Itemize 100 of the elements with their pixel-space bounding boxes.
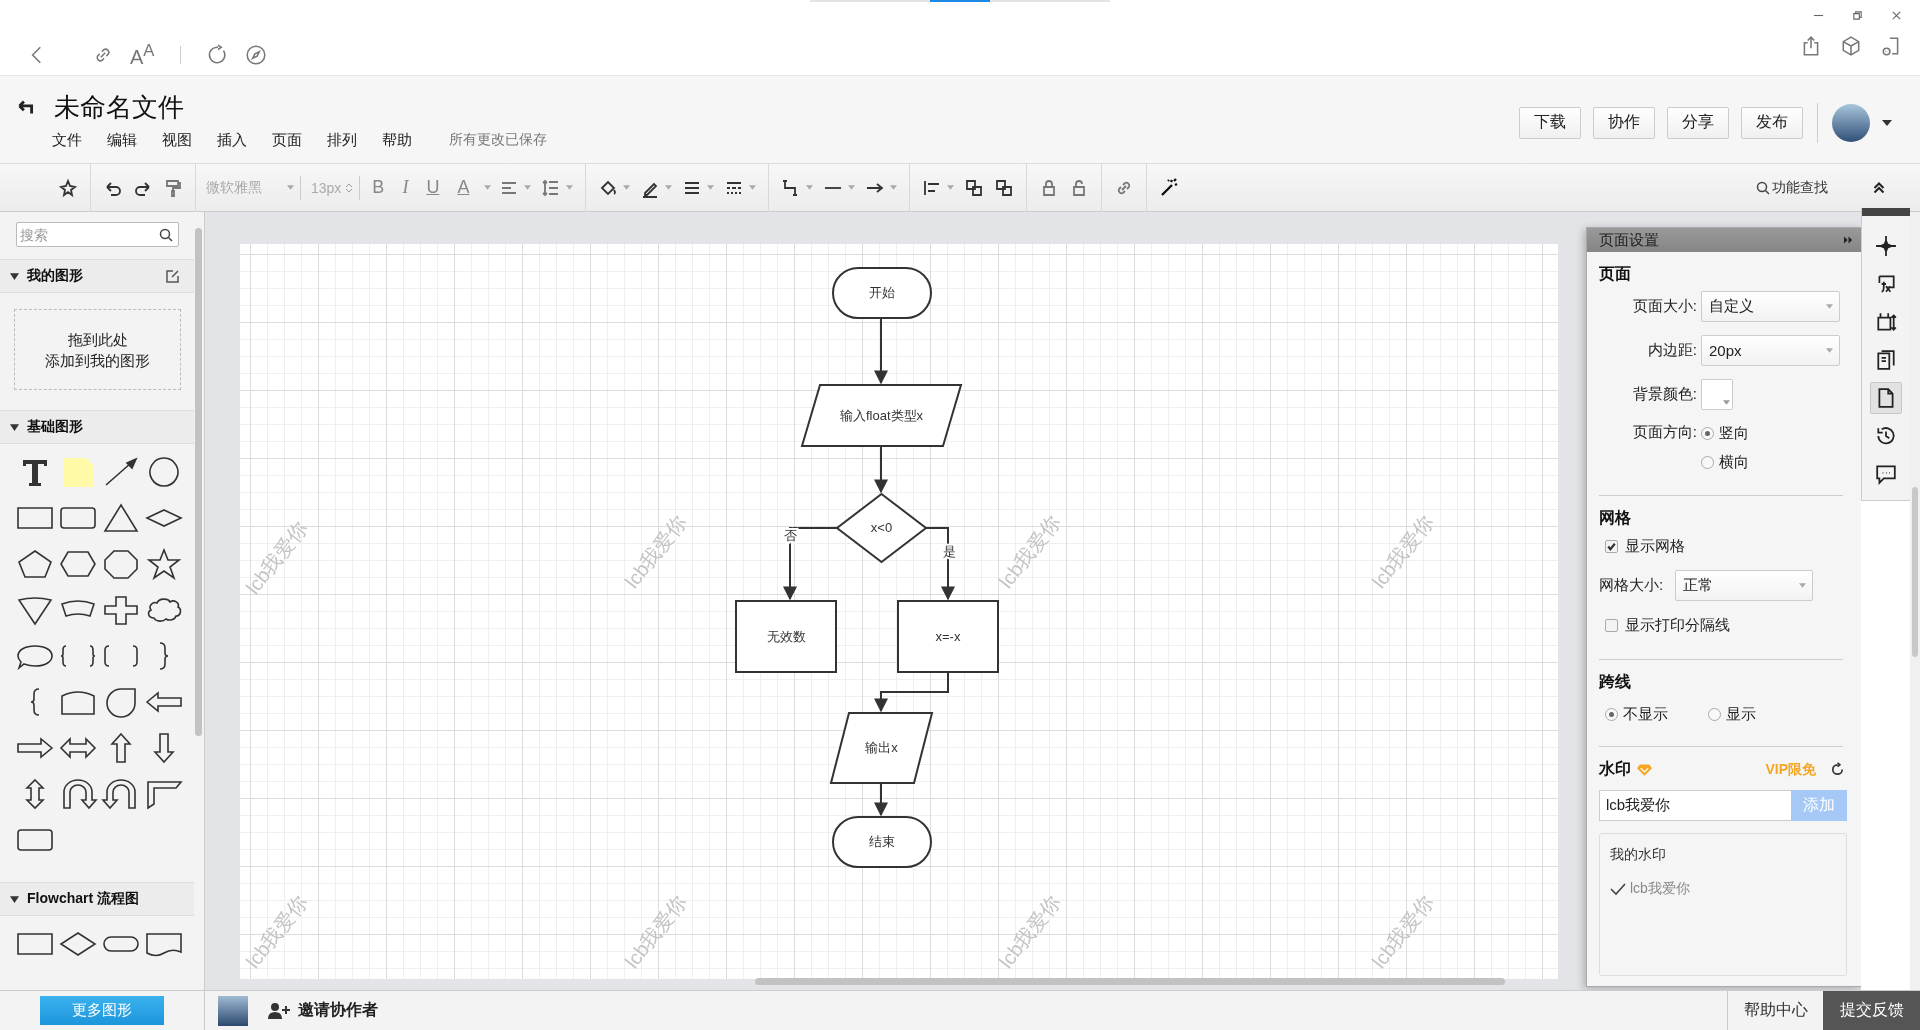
cross-shape-icon[interactable] (101, 594, 141, 626)
scrollbar-thumb[interactable] (195, 228, 202, 736)
edit-icon[interactable] (166, 269, 180, 283)
caret-icon (1826, 348, 1833, 353)
menu-item[interactable]: 页面 (272, 130, 302, 150)
node-label: 结束 (869, 834, 895, 849)
input-output-node[interactable] (829, 712, 934, 784)
action-button[interactable]: 下载 (1519, 106, 1581, 139)
drop-hint: 添加到我的图形 (45, 350, 150, 371)
watermark-text: lcb我爱你 (1367, 511, 1438, 593)
pentagon-shape-icon[interactable] (15, 548, 55, 580)
send-back-icon (994, 177, 1015, 198)
comment-icon (1875, 463, 1897, 485)
input-output-node[interactable] (800, 384, 963, 447)
strip-header-bar (1862, 208, 1910, 216)
corner-shape-icon[interactable] (144, 778, 184, 810)
section-title: 基础图形 (27, 418, 84, 436)
menu-item[interactable]: 视图 (162, 130, 192, 150)
caret-icon (806, 185, 814, 190)
resize-icon (1875, 311, 1897, 333)
action-button[interactable]: 发布 (1741, 106, 1803, 139)
page-size-dropdown[interactable]: 自定义 (1701, 291, 1840, 322)
menu-item[interactable]: 插入 (217, 130, 247, 150)
menu-item[interactable]: 文件 (52, 130, 82, 150)
section-header[interactable]: Flowchart 流程图 (0, 882, 194, 916)
cube-icon[interactable] (1840, 35, 1862, 57)
menu-item[interactable]: 编辑 (107, 130, 137, 150)
hexagon-shape-icon[interactable] (58, 548, 98, 580)
close-icon[interactable] (1891, 10, 1902, 21)
connector-arrow[interactable] (874, 445, 888, 494)
menu-item[interactable]: 帮助 (382, 130, 412, 150)
paint-roller-icon (163, 177, 183, 198)
refresh-icon[interactable] (1830, 762, 1845, 777)
font-size-button[interactable]: A$^{A}$ (130, 41, 154, 69)
field-label: 网格大小: (1599, 576, 1665, 595)
avatar[interactable] (1832, 103, 1870, 142)
star-icon (58, 177, 78, 198)
invite-button[interactable]: 邀请协作者 (262, 999, 384, 1022)
caret-icon (890, 185, 898, 190)
reload-icon[interactable] (207, 44, 229, 66)
list-title: 我的水印 (1610, 846, 1667, 864)
diamond-icon (1637, 763, 1652, 776)
connector-arrow[interactable] (925, 527, 955, 601)
process-node[interactable] (735, 600, 837, 673)
color-picker[interactable] (1701, 379, 1733, 410)
radio-option[interactable]: 显示 (1708, 705, 1756, 724)
triangle-shape-icon[interactable] (101, 502, 141, 534)
section-heading: 网格 (1599, 508, 1632, 528)
caret-icon (665, 185, 673, 190)
field-label: 页面大小: (1631, 297, 1698, 316)
caret-icon (623, 185, 631, 190)
section-header[interactable]: 我的图形 (0, 259, 194, 293)
connector-arrow[interactable] (874, 671, 949, 713)
node-label: 输入float类型x (839, 407, 924, 423)
menu-item[interactable]: 排列 (327, 130, 357, 150)
padding-dropdown[interactable]: 20px (1701, 335, 1840, 366)
terminator-node[interactable] (832, 816, 932, 868)
section-heading: 页面 (1599, 264, 1632, 284)
grid-size-dropdown[interactable]: 正常 (1675, 570, 1813, 601)
connector-arrow[interactable] (874, 782, 888, 817)
radio-option[interactable]: 横向 (1701, 453, 1749, 472)
section-header[interactable]: 基础图形 (0, 410, 194, 444)
caret-icon (947, 185, 955, 190)
feedback-button[interactable]: 提交反馈 (1823, 991, 1920, 1030)
feature-search-button[interactable]: 功能查找 (1750, 177, 1834, 198)
avatar (218, 995, 248, 1026)
section-heading: 跨线 (1599, 672, 1632, 692)
terminator-node[interactable] (832, 267, 932, 319)
decision-node[interactable] (835, 492, 928, 564)
connector-arrow[interactable] (874, 317, 888, 385)
octagon-shape-icon[interactable] (101, 548, 141, 580)
caret-icon (1799, 583, 1806, 588)
cone-shape-icon[interactable] (15, 594, 55, 626)
tool-strip-button[interactable] (1870, 382, 1902, 414)
star-shape-icon[interactable] (144, 548, 184, 580)
compass-icon[interactable] (245, 44, 267, 66)
action-button[interactable]: 分享 (1667, 106, 1729, 139)
checkbox-option[interactable]: 显示打印分隔线 (1605, 616, 1849, 635)
radio-option[interactable]: 不显示 (1605, 705, 1668, 724)
history-icon (1875, 425, 1897, 447)
search-field[interactable]: 搜索 (16, 222, 179, 247)
checkbox-option[interactable]: 显示网格 (1605, 537, 1849, 556)
watermark-text: lcb我爱你 (994, 511, 1065, 593)
scrollbar-thumb[interactable] (1912, 487, 1918, 657)
caret-icon (566, 185, 574, 190)
watermark-input[interactable]: lcb我爱你 (1599, 790, 1791, 821)
process-node[interactable] (897, 600, 999, 673)
section-heading: 水印 (1599, 759, 1631, 779)
caret-icon[interactable] (1882, 119, 1892, 126)
restore-icon[interactable] (1852, 10, 1863, 21)
scrollbar-thumb[interactable] (755, 978, 1505, 985)
action-button[interactable]: 协作 (1593, 106, 1655, 139)
watermark-text: lcb我爱你 (241, 891, 312, 973)
field-label: 内边距: (1646, 341, 1698, 360)
watermark-text: lcb我爱你 (1367, 891, 1438, 973)
add-user-icon (268, 1001, 290, 1020)
panel-title: 页面设置 (1599, 230, 1659, 250)
radio-option[interactable]: 竖向 (1701, 424, 1749, 443)
connector-arrow[interactable] (783, 527, 838, 601)
node-label: 无效数 (766, 628, 806, 644)
